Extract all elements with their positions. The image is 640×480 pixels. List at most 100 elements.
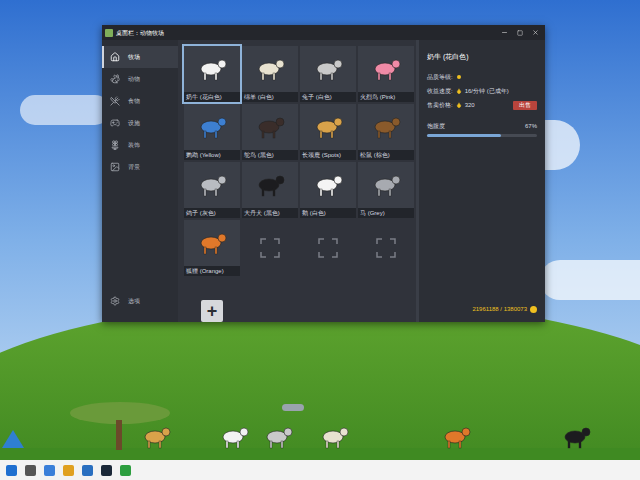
maximize-icon[interactable] bbox=[517, 30, 523, 36]
taskbar bbox=[0, 460, 640, 480]
title-bar[interactable]: 桌面栏：动物牧场 bbox=[102, 25, 545, 40]
animal-card[interactable]: 鸽子 (灰色) bbox=[184, 162, 240, 218]
empty-slot-icon bbox=[260, 238, 280, 258]
animal-icon bbox=[370, 56, 402, 82]
cloud bbox=[20, 95, 110, 125]
animal-icon bbox=[318, 424, 350, 450]
cloud bbox=[540, 260, 640, 300]
close-icon[interactable] bbox=[532, 29, 539, 36]
animal-label: 奶牛 (花白色) bbox=[184, 92, 240, 102]
empty-slot-icon bbox=[318, 238, 338, 258]
sidebar-icon bbox=[110, 52, 120, 62]
minimize-icon[interactable] bbox=[501, 29, 508, 36]
ufo bbox=[282, 404, 304, 411]
animal-card[interactable]: 鸵鸟 (黑色) bbox=[242, 104, 298, 160]
sidebar-item[interactable]: 动物 bbox=[102, 68, 178, 90]
detail-panel: 奶牛 (花白色) 品质等级: 收益速度:16/分钟 (已成年) 售卖价格:320出售饱… bbox=[419, 40, 545, 322]
animal-icon bbox=[254, 114, 286, 140]
add-button[interactable]: + bbox=[201, 300, 223, 322]
animal-icon bbox=[312, 56, 344, 82]
detail-title: 奶牛 (花白色) bbox=[427, 52, 537, 63]
sidebar-item[interactable]: 设施 bbox=[102, 112, 178, 134]
sidebar-icon bbox=[110, 74, 120, 84]
income-row: 收益速度:16/分钟 (已成年) bbox=[427, 87, 537, 96]
animal-icon bbox=[560, 424, 592, 450]
coin-icon bbox=[530, 306, 537, 313]
empty-slot[interactable] bbox=[242, 220, 298, 276]
animal-icon bbox=[254, 172, 286, 198]
sidebar-icon bbox=[110, 118, 120, 128]
animal-card[interactable]: 火烈鸟 (Pink) bbox=[358, 46, 414, 102]
animal-label: 狐狸 (Orange) bbox=[184, 266, 240, 276]
desktop-animal bbox=[218, 424, 250, 450]
taskbar-app-icon[interactable] bbox=[82, 465, 93, 476]
animal-card[interactable]: 长颈鹿 (Spots) bbox=[300, 104, 356, 160]
animal-card[interactable]: 大丹犬 (黑色) bbox=[242, 162, 298, 218]
empty-slot-icon bbox=[376, 238, 396, 258]
animal-label: 鹅 (白色) bbox=[300, 208, 356, 218]
add-slot: + bbox=[184, 278, 240, 322]
animal-icon bbox=[370, 114, 402, 140]
animal-card[interactable]: 绵羊 (白色) bbox=[242, 46, 298, 102]
taskbar-app-icon[interactable] bbox=[101, 465, 112, 476]
animal-label: 绵羊 (白色) bbox=[242, 92, 298, 102]
empty-slot[interactable] bbox=[300, 220, 356, 276]
animal-card[interactable]: 奶牛 (花白色) bbox=[184, 46, 240, 102]
coins: 21961188 / 1380073 bbox=[427, 305, 537, 314]
sidebar: 牧场动物食物设施装饰背景选项 bbox=[102, 40, 178, 322]
animal-icon bbox=[312, 172, 344, 198]
desktop-animal bbox=[140, 424, 172, 450]
desktop-animal bbox=[262, 424, 294, 450]
quality-row: 品质等级: bbox=[427, 73, 537, 82]
animal-label: 火烈鸟 (Pink) bbox=[358, 92, 414, 102]
tree-trunk bbox=[116, 420, 122, 450]
sidebar-item[interactable]: 装饰 bbox=[102, 134, 178, 156]
droplet-icon bbox=[456, 102, 462, 108]
animal-icon bbox=[440, 424, 472, 450]
animal-label: 松鼠 (棕色) bbox=[358, 150, 414, 160]
desktop-animal bbox=[318, 424, 350, 450]
gear-icon bbox=[110, 296, 120, 306]
satiety-label: 饱腹度 bbox=[427, 122, 445, 131]
sidebar-icon bbox=[110, 162, 120, 172]
animal-label: 长颈鹿 (Spots) bbox=[300, 150, 356, 160]
animal-card[interactable]: 松鼠 (棕色) bbox=[358, 104, 414, 160]
sell-button[interactable]: 出售 bbox=[513, 101, 537, 110]
animal-icon bbox=[140, 424, 172, 450]
sidebar-icon bbox=[110, 140, 120, 150]
slot-area: 奶牛 (花白色)绵羊 (白色)兔子 (白色)火烈鸟 (Pink) 鹦鹉 (Yell… bbox=[178, 40, 416, 322]
app-window: 桌面栏：动物牧场牧场动物食物设施装饰背景选项奶牛 (花白色)绵羊 (白色)兔子 … bbox=[102, 25, 545, 322]
taskbar-app-icon[interactable] bbox=[44, 465, 55, 476]
slot-grid: 奶牛 (花白色)绵羊 (白色)兔子 (白色)火烈鸟 (Pink) 鹦鹉 (Yell… bbox=[184, 46, 416, 322]
sidebar-item[interactable]: 食物 bbox=[102, 90, 178, 112]
taskbar-app-icon[interactable] bbox=[25, 465, 36, 476]
animal-card[interactable]: 鹅 (白色) bbox=[300, 162, 356, 218]
options-item[interactable]: 选项 bbox=[102, 290, 178, 312]
animal-label: 鸽子 (灰色) bbox=[184, 208, 240, 218]
animal-label: 马 (Grey) bbox=[358, 208, 414, 218]
animal-card[interactable]: 兔子 (白色) bbox=[300, 46, 356, 102]
price-row: 售卖价格:320出售 bbox=[427, 101, 537, 110]
animal-icon bbox=[196, 114, 228, 140]
animal-label: 大丹犬 (黑色) bbox=[242, 208, 298, 218]
animal-icon bbox=[218, 424, 250, 450]
animal-label: 鹦鹉 (Yellow) bbox=[184, 150, 240, 160]
sidebar-icon bbox=[110, 96, 120, 106]
taskbar-app-icon[interactable] bbox=[63, 465, 74, 476]
taskbar-app-icon[interactable] bbox=[6, 465, 17, 476]
empty-slot[interactable] bbox=[358, 220, 414, 276]
animal-card[interactable]: 鹦鹉 (Yellow) bbox=[184, 104, 240, 160]
animal-icon bbox=[196, 56, 228, 82]
desktop-animal bbox=[440, 424, 472, 450]
animal-card[interactable]: 狐狸 (Orange) bbox=[184, 220, 240, 276]
sidebar-item[interactable]: 背景 bbox=[102, 156, 178, 178]
desktop-animal bbox=[560, 424, 592, 450]
taskbar-app-icon[interactable] bbox=[120, 465, 131, 476]
animal-card[interactable]: 马 (Grey) bbox=[358, 162, 414, 218]
animal-label: 鸵鸟 (黑色) bbox=[242, 150, 298, 160]
droplet-icon bbox=[456, 88, 462, 94]
satiety-reading: 67% bbox=[525, 122, 537, 131]
sidebar-item[interactable]: 牧场 bbox=[102, 46, 178, 68]
window-title: 桌面栏：动物牧场 bbox=[116, 30, 164, 36]
app-icon bbox=[105, 29, 113, 37]
